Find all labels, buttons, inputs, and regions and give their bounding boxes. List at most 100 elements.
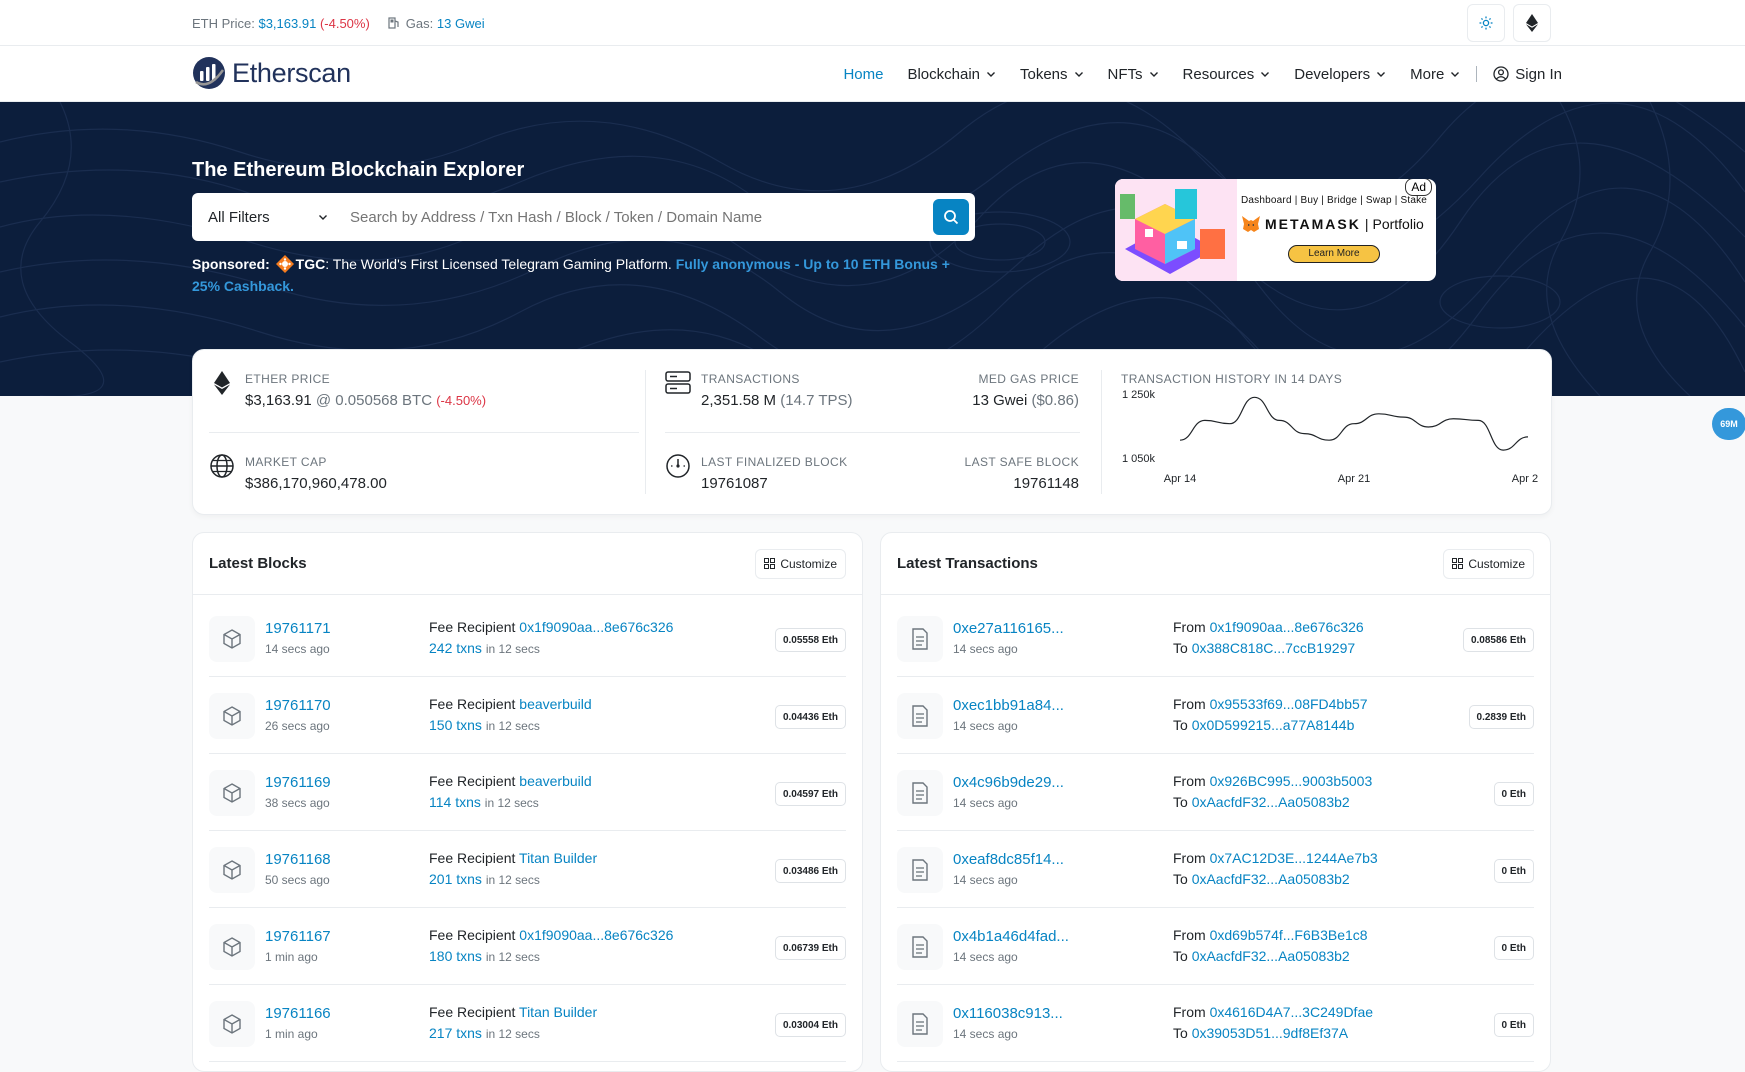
from-label: From xyxy=(1173,850,1206,866)
transaction-row: 0xeaf8dc85f14... 14 secs ago From 0x7AC12D… xyxy=(897,831,1534,908)
search-input[interactable] xyxy=(344,193,933,241)
notification-bubble[interactable]: 69M xyxy=(1712,408,1745,440)
nav-more[interactable]: More xyxy=(1398,66,1472,83)
etherscan-logo[interactable]: Etherscan xyxy=(192,56,351,90)
sign-in-link[interactable]: Sign In xyxy=(1481,66,1574,83)
txn-count-link[interactable]: 217 txns xyxy=(429,1025,482,1041)
txn-hash-link[interactable]: 0xec1bb91a84... xyxy=(953,697,1064,714)
nav-developers[interactable]: Developers xyxy=(1282,66,1398,83)
block-reward-badge: 0.04597 Eth xyxy=(774,782,846,806)
fee-recipient-link[interactable]: 0x1f9090aa...8e676c326 xyxy=(519,619,673,635)
fee-recipient-link[interactable]: 0x1f9090aa...8e676c326 xyxy=(519,927,673,943)
latest-blocks-title: Latest Blocks xyxy=(209,555,307,572)
to-label: To xyxy=(1173,717,1188,733)
txn-count-link[interactable]: 201 txns xyxy=(429,871,482,887)
from-address-link[interactable]: 0x7AC12D3E...1244Ae7b3 xyxy=(1210,850,1378,866)
txn-hash-link[interactable]: 0x4b1a46d4fad... xyxy=(953,928,1069,945)
y-tick-label: 1 250k xyxy=(1122,390,1156,401)
customize-button[interactable]: Customize xyxy=(755,548,846,579)
transaction-row: 0x4c96b9de29... 14 secs ago From 0x926BC99… xyxy=(897,754,1534,831)
txn-hash-link[interactable]: 0x116038c913... xyxy=(953,1005,1063,1022)
from-label: From xyxy=(1173,696,1206,712)
nav-home[interactable]: Home xyxy=(831,66,895,83)
search-bar: All Filters xyxy=(192,193,975,241)
nav-divider xyxy=(1476,66,1478,82)
from-address-link[interactable]: 0x4616D4A7...3C249Dfae xyxy=(1210,1004,1373,1020)
from-address-link[interactable]: 0x95533f69...08FD4bb57 xyxy=(1210,696,1368,712)
txn-hash-link[interactable]: 0xeaf8dc85f14... xyxy=(953,851,1064,868)
from-address-link[interactable]: 0x926BC995...9003b5003 xyxy=(1210,773,1373,789)
filter-dropdown[interactable]: All Filters xyxy=(192,193,344,241)
customize-button[interactable]: Customize xyxy=(1443,548,1534,579)
search-icon xyxy=(944,210,959,225)
fee-recipient-link[interactable]: beaverbuild xyxy=(519,773,591,789)
to-line: To 0xAacfdF32...Aa05083b2 xyxy=(1173,794,1350,810)
txn-count-link[interactable]: 114 txns xyxy=(429,794,481,810)
search-button[interactable] xyxy=(933,199,969,235)
etherscan-logo-icon xyxy=(193,57,225,89)
block-age: 14 secs ago xyxy=(265,642,330,656)
nav-tokens[interactable]: Tokens xyxy=(1008,66,1096,83)
grid-icon xyxy=(764,558,776,569)
txn-hash-link[interactable]: 0xe27a116165... xyxy=(953,620,1064,637)
tx-history-chart[interactable]: 1 250k 1 050k Apr 14 Apr 21 Apr 28 xyxy=(1118,390,1538,500)
to-address-link[interactable]: 0xAacfdF32...Aa05083b2 xyxy=(1192,948,1350,964)
gas-price-value[interactable]: 13 Gwei xyxy=(972,392,1027,409)
from-line: From 0x1f9090aa...8e676c326 xyxy=(1173,619,1364,635)
nav-nfts[interactable]: NFTs xyxy=(1096,66,1171,83)
nav-more-label: More xyxy=(1410,65,1445,83)
to-address-link[interactable]: 0x388C818C...7ccB19297 xyxy=(1192,640,1355,656)
nav-resources[interactable]: Resources xyxy=(1171,66,1283,83)
learn-more-button[interactable]: Learn More xyxy=(1288,245,1380,263)
fee-recipient-link[interactable]: beaverbuild xyxy=(519,696,591,712)
finalized-block-stat: LAST FINALIZED BLOCK 19761087 xyxy=(701,455,848,492)
block-number-link[interactable]: 19761168 xyxy=(265,851,331,868)
ether-price-value[interactable]: $3,163.91 xyxy=(245,392,312,409)
gas-label: Gas: xyxy=(405,15,434,31)
txn-count-link[interactable]: 150 txns xyxy=(429,717,482,733)
ad-links: Dashboard | Buy | Bridge | Swap | Stake xyxy=(1241,195,1428,206)
safe-block-value[interactable]: 19761148 xyxy=(1013,475,1079,492)
to-address-link[interactable]: 0x0D599215...a77A8144b xyxy=(1192,717,1355,733)
fee-recipient-link[interactable]: Titan Builder xyxy=(519,850,597,866)
transactions-stat: TRANSACTIONS 2,351.58 M (14.7 TPS) xyxy=(701,372,853,409)
from-address-link[interactable]: 0x1f9090aa...8e676c326 xyxy=(1210,619,1364,635)
block-number-link[interactable]: 19761170 xyxy=(265,697,331,714)
transactions-label: TRANSACTIONS xyxy=(701,372,800,386)
txn-hash-link[interactable]: 0x4c96b9de29... xyxy=(953,774,1064,791)
eth-price-link[interactable]: $3,163.91 xyxy=(258,16,316,31)
transaction-row: 0x4b1a46d4fad... 14 secs ago From 0xd69b57… xyxy=(897,908,1534,985)
block-number-link[interactable]: 19761169 xyxy=(265,774,331,791)
customize-label: Customize xyxy=(1468,556,1525,571)
chevron-down-icon xyxy=(987,72,995,77)
gas-link[interactable]: 13 Gwei xyxy=(437,16,485,31)
finalized-block-value[interactable]: 19761087 xyxy=(701,475,768,492)
fee-recipient-link[interactable]: Titan Builder xyxy=(519,1004,597,1020)
to-address-link[interactable]: 0x39053D51...9df8Ef37A xyxy=(1192,1025,1348,1041)
transaction-icon-box xyxy=(897,770,943,816)
nav-blockchain[interactable]: Blockchain xyxy=(895,66,1008,83)
from-address-link[interactable]: 0xd69b574f...F6B3Be1c8 xyxy=(1210,927,1368,943)
fee-recipient-label: Fee Recipient xyxy=(429,927,516,943)
to-address-link[interactable]: 0xAacfdF32...Aa05083b2 xyxy=(1192,871,1350,887)
transactions-value[interactable]: 2,351.58 M xyxy=(701,392,776,409)
to-address-link[interactable]: 0xAacfdF32...Aa05083b2 xyxy=(1192,794,1350,810)
from-line: From 0x95533f69...08FD4bb57 xyxy=(1173,696,1368,712)
gas-pump-icon xyxy=(388,16,399,29)
txn-count-link[interactable]: 180 txns xyxy=(429,948,482,964)
txn-value-badge: 0 Eth xyxy=(1493,859,1534,883)
txn-count-link[interactable]: 242 txns xyxy=(429,640,482,656)
nav-nfts-label: NFTs xyxy=(1107,65,1143,83)
block-number-link[interactable]: 19761171 xyxy=(265,620,331,637)
network-switch-button[interactable] xyxy=(1513,4,1551,42)
block-cube-icon xyxy=(223,1014,241,1034)
block-number-link[interactable]: 19761167 xyxy=(265,928,331,945)
block-row: 19761166 1 min ago Fee Recipient Titan Bui… xyxy=(209,985,846,1062)
metamask-ad-banner[interactable]: Ad Dashboard | Buy | Bridge | Swap | Sta… xyxy=(1115,179,1436,281)
nav-tokens-label: Tokens xyxy=(1020,65,1068,83)
block-number-link[interactable]: 19761166 xyxy=(265,1005,331,1022)
theme-toggle-button[interactable] xyxy=(1467,4,1505,42)
to-label: To xyxy=(1173,871,1188,887)
to-line: To 0x39053D51...9df8Ef37A xyxy=(1173,1025,1348,1041)
ad-tag: Ad xyxy=(1405,179,1432,196)
